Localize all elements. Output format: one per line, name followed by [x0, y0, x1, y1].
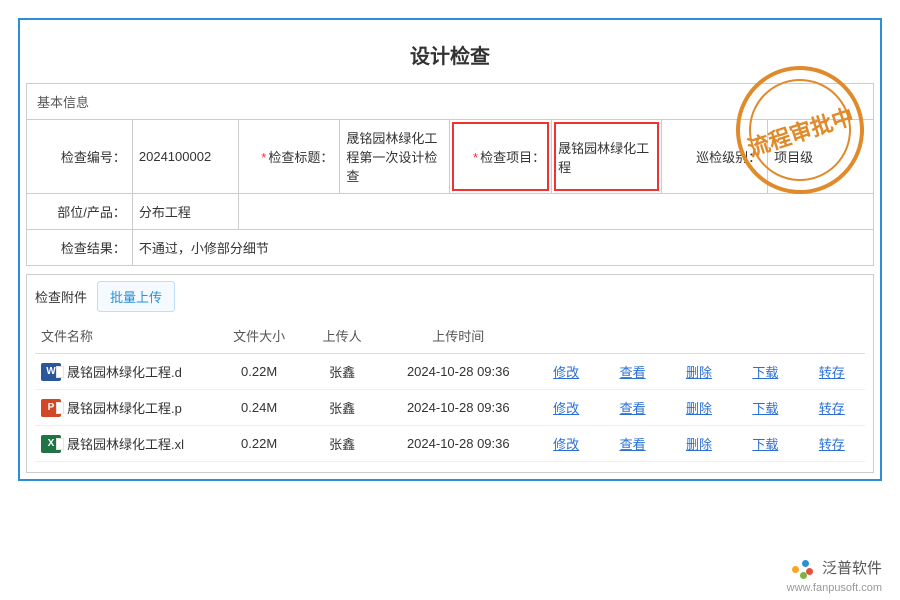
table-row: W 晟铭园林绿化工程.d 0.22M张鑫2024-10-28 09:36 修改 查看 删除…	[35, 354, 865, 390]
value-position-product: 分布工程	[132, 194, 238, 230]
basic-info-header: 基本信息	[26, 83, 874, 119]
main-panel: 设计检查 基本信息 检查编号： 2024100002 *检查标题： 晟铭园林绿化…	[18, 18, 882, 481]
view-link[interactable]: 查看	[620, 365, 646, 380]
highlight-right	[554, 122, 659, 191]
edit-link[interactable]: 修改	[553, 365, 579, 380]
label-position-product: 部位/产品：	[27, 194, 133, 230]
file-uploader: 张鑫	[301, 354, 384, 390]
file-time: 2024-10-28 09:36	[384, 390, 533, 426]
file-size: 0.22M	[218, 354, 301, 390]
view-link[interactable]: 查看	[620, 437, 646, 452]
attachment-header: 检查附件	[35, 287, 87, 306]
edit-link[interactable]: 修改	[553, 401, 579, 416]
value-patrol-level: 项目级	[768, 120, 874, 194]
file-uploader: 张鑫	[301, 426, 384, 462]
col-uploader: 上传人	[301, 318, 384, 354]
edit-link[interactable]: 修改	[553, 437, 579, 452]
label-check-no: 检查编号：	[27, 120, 133, 194]
footer-brand: 泛普软件 www.fanpusoft.com	[787, 557, 882, 594]
xls-file-icon: X	[41, 435, 61, 453]
value-check-no: 2024100002	[132, 120, 238, 194]
label-patrol-level: 巡检级别：	[662, 120, 768, 194]
value-check-project: 晟铭园林绿化工程	[552, 120, 662, 194]
ppt-file-icon: P	[41, 399, 61, 417]
label-check-title: *检查标题：	[238, 120, 340, 194]
delete-link[interactable]: 删除	[686, 365, 712, 380]
file-time: 2024-10-28 09:36	[384, 354, 533, 390]
save-as-link[interactable]: 转存	[819, 437, 845, 452]
empty-cell	[238, 194, 873, 230]
file-size: 0.22M	[218, 426, 301, 462]
delete-link[interactable]: 删除	[686, 401, 712, 416]
label-check-project: *检查项目：	[450, 120, 552, 194]
col-size: 文件大小	[218, 318, 301, 354]
page-title: 设计检查	[26, 26, 874, 83]
col-time: 上传时间	[384, 318, 533, 354]
value-check-result: 不通过，小修部分细节	[132, 230, 873, 266]
file-name: 晟铭园林绿化工程.xl	[67, 434, 184, 453]
footer-url: www.fanpusoft.com	[787, 582, 882, 594]
batch-upload-button[interactable]: 批量上传	[97, 281, 175, 312]
save-as-link[interactable]: 转存	[819, 401, 845, 416]
attachment-section: 检查附件 批量上传 文件名称 文件大小 上传人 上传时间 W 晟铭园林绿化工程.d…	[26, 274, 874, 473]
logo-icon	[790, 558, 816, 580]
file-table: 文件名称 文件大小 上传人 上传时间 W 晟铭园林绿化工程.d 0.22M张鑫202…	[35, 318, 865, 462]
file-name: 晟铭园林绿化工程.d	[67, 362, 182, 381]
value-check-title: 晟铭园林绿化工程第一次设计检查	[340, 120, 450, 194]
save-as-link[interactable]: 转存	[819, 365, 845, 380]
download-link[interactable]: 下载	[752, 401, 778, 416]
file-uploader: 张鑫	[301, 390, 384, 426]
delete-link[interactable]: 删除	[686, 437, 712, 452]
view-link[interactable]: 查看	[620, 401, 646, 416]
file-size: 0.24M	[218, 390, 301, 426]
download-link[interactable]: 下载	[752, 437, 778, 452]
file-time: 2024-10-28 09:36	[384, 426, 533, 462]
table-row: X 晟铭园林绿化工程.xl 0.22M张鑫2024-10-28 09:36 修改 查看 删…	[35, 426, 865, 462]
download-link[interactable]: 下载	[752, 365, 778, 380]
file-name: 晟铭园林绿化工程.p	[67, 398, 182, 417]
label-check-result: 检查结果：	[27, 230, 133, 266]
table-row: P 晟铭园林绿化工程.p 0.24M张鑫2024-10-28 09:36 修改 查看 删除…	[35, 390, 865, 426]
col-name: 文件名称	[35, 318, 218, 354]
basic-info-table: 检查编号： 2024100002 *检查标题： 晟铭园林绿化工程第一次设计检查 …	[26, 119, 874, 266]
word-file-icon: W	[41, 363, 61, 381]
